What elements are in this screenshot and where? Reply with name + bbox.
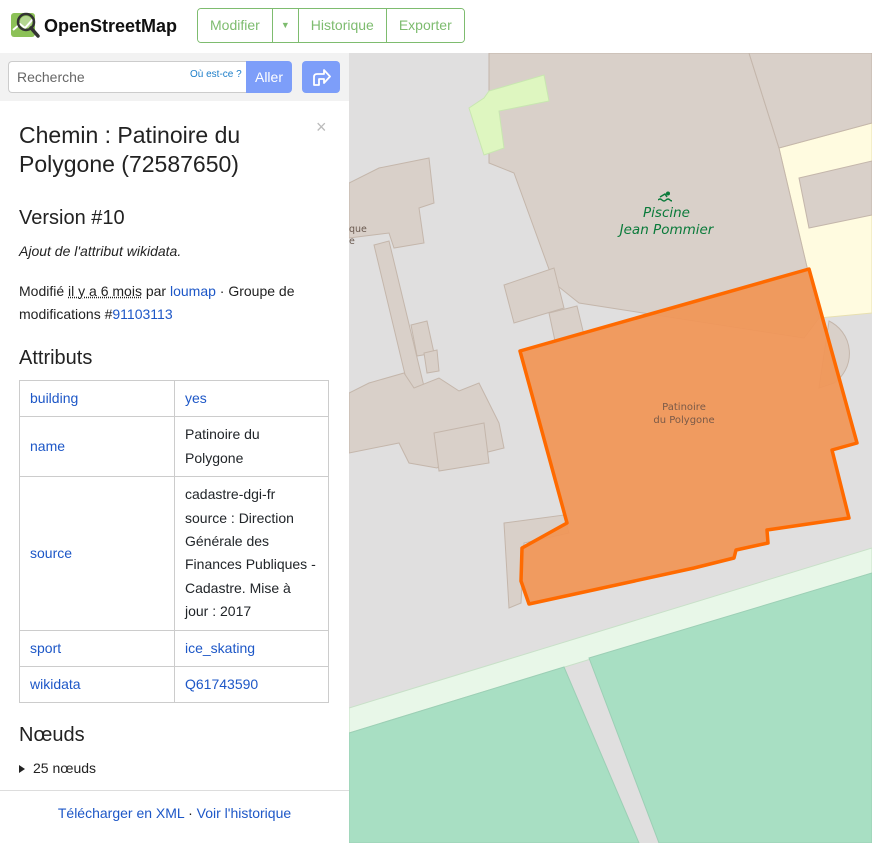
brand-name[interactable]: OpenStreetMap <box>44 16 177 37</box>
attr-value[interactable]: ice_skating <box>174 629 329 668</box>
search-go-button[interactable]: Aller <box>246 61 292 93</box>
sidebar: Où est-ce ? Aller × Chemin : Patinoire d… <box>0 53 349 843</box>
clipped-label-line1: que <box>349 224 367 235</box>
osm-logo-icon[interactable] <box>10 10 40 40</box>
attr-value: Patinoire du Polygone <box>174 416 329 478</box>
pool-label: Piscine Jean Pommier <box>579 205 754 239</box>
attr-key[interactable]: source <box>19 476 175 631</box>
modified-info: Modifié il y a 6 mois par loumap · Group… <box>19 280 319 326</box>
nodes-toggle[interactable]: 25 nœuds <box>19 760 96 776</box>
map-canvas[interactable]: Piscine Jean Pommier Patinoire du Polygo… <box>349 53 872 843</box>
rink-label: Patinoire du Polygone <box>629 401 739 427</box>
table-row: wikidata Q61743590 <box>19 666 329 704</box>
download-xml-link[interactable]: Télécharger en XML <box>58 805 184 821</box>
header-bar: OpenStreetMap Modifier ▼ Historique Expo… <box>0 0 872 53</box>
attr-value[interactable]: Q61743590 <box>174 666 329 704</box>
view-history-link[interactable]: Voir l'historique <box>197 805 292 821</box>
changeset-link[interactable]: 91103113 <box>112 306 172 322</box>
modified-prefix: Modifié <box>19 283 65 299</box>
edit-button-group: Modifier ▼ Historique Exporter <box>197 8 465 43</box>
attr-key[interactable]: name <box>19 416 175 478</box>
attr-value[interactable]: yes <box>174 379 329 418</box>
nodes-count: 25 nœuds <box>33 760 97 776</box>
rink-label-line2: du Polygone <box>653 415 715 426</box>
table-row: building yes <box>19 379 329 418</box>
search-bar: Où est-ce ? Aller <box>0 53 349 101</box>
export-button[interactable]: Exporter <box>386 9 464 42</box>
version-heading: Version #10 <box>19 207 125 229</box>
attr-value: cadastre-dgi-fr source : Direction Génér… <box>174 476 329 631</box>
where-is-this-link[interactable]: Où est-ce ? <box>190 69 242 80</box>
table-row: sport ice_skating <box>19 629 329 668</box>
edit-button[interactable]: Modifier <box>198 9 273 42</box>
nodes-heading: Nœuds <box>19 724 85 746</box>
modified-time: il y a 6 mois <box>68 283 142 299</box>
attr-key[interactable]: sport <box>19 629 175 668</box>
edit-dropdown-button[interactable]: ▼ <box>272 9 299 42</box>
clipped-map-label: que e <box>349 224 367 248</box>
directions-button[interactable] <box>302 61 340 93</box>
modified-by: par <box>145 283 167 299</box>
user-link[interactable]: loumap <box>170 283 216 299</box>
pool-label-line2: Jean Pommier <box>619 222 714 238</box>
panel-footer: Télécharger en XML · Voir l'historique <box>0 790 349 843</box>
pool-label-line1: Piscine <box>643 205 690 221</box>
attributes-heading: Attributs <box>19 347 93 369</box>
feature-panel: Chemin : Patinoire du Polygone (72587650… <box>19 121 331 776</box>
attr-key[interactable]: wikidata <box>19 666 175 704</box>
attr-key[interactable]: building <box>19 379 175 418</box>
page-title: Chemin : Patinoire du Polygone (72587650… <box>19 122 241 177</box>
chevron-down-icon: ▼ <box>280 20 290 30</box>
rink-label-line1: Patinoire <box>662 402 706 413</box>
swimming-icon <box>658 191 672 202</box>
changeset-comment: Ajout de l'attribut wikidata. <box>19 243 182 259</box>
directions-icon <box>313 69 331 86</box>
clipped-label-line2: e <box>349 236 355 247</box>
expand-triangle-icon <box>19 765 25 773</box>
history-button[interactable]: Historique <box>298 9 387 42</box>
footer-separator: · <box>188 805 193 821</box>
map-tiles <box>349 53 872 843</box>
table-row: name Patinoire du Polygone <box>19 416 329 478</box>
table-row: source cadastre-dgi-fr source : Directio… <box>19 476 329 631</box>
attributes-table: building yes name Patinoire du Polygone … <box>19 379 329 704</box>
